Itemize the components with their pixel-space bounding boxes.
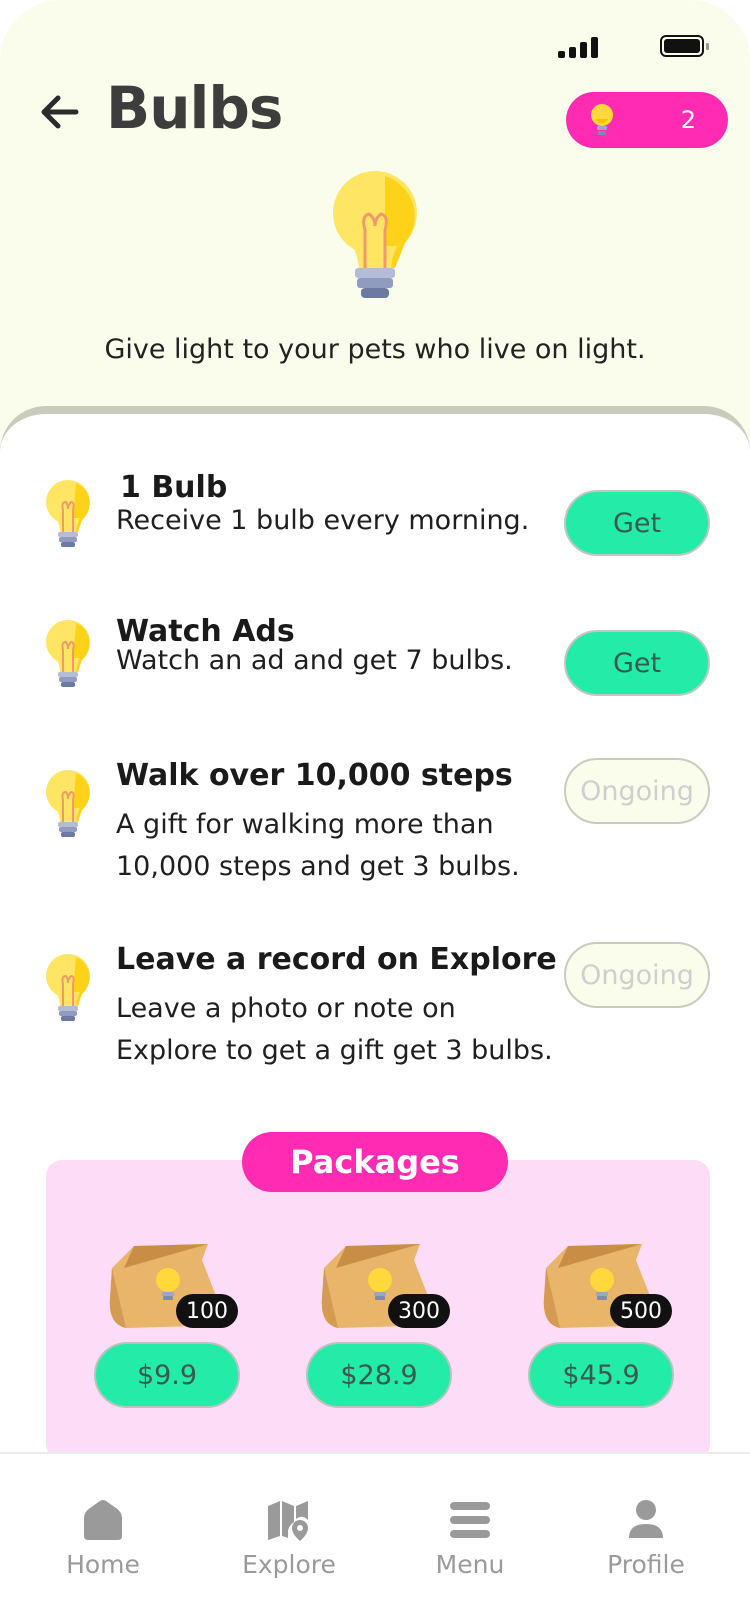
lightbulb-icon bbox=[591, 104, 613, 135]
package-quantity: 500 bbox=[610, 1294, 672, 1328]
bottom-nav: Home Explore Menu Profile bbox=[0, 1452, 750, 1624]
bulb-count: 2 bbox=[680, 106, 696, 134]
lightbulb-icon bbox=[46, 620, 90, 687]
signal-icon bbox=[558, 36, 600, 58]
task-description: Leave a photo or note on Explore to get … bbox=[116, 993, 553, 1066]
package-price-button[interactable]: $45.9 bbox=[528, 1342, 674, 1408]
ongoing-button[interactable]: Ongoing bbox=[564, 942, 710, 1008]
package-quantity: 100 bbox=[176, 1294, 238, 1328]
nav-item-explore[interactable]: Explore bbox=[229, 1498, 349, 1579]
nav-label: Profile bbox=[607, 1550, 685, 1579]
nav-item-menu[interactable]: Menu bbox=[410, 1498, 530, 1579]
nav-label: Menu bbox=[435, 1550, 505, 1579]
get-button[interactable]: Get bbox=[564, 630, 710, 696]
lightbulb-icon bbox=[46, 480, 90, 547]
status-bar bbox=[0, 30, 750, 70]
home-icon bbox=[84, 1500, 122, 1540]
page-title: Bulbs bbox=[106, 74, 283, 142]
package-item: 500 $45.9 bbox=[528, 1238, 692, 1418]
task-description: A gift for walking more than 10,000 step… bbox=[116, 809, 520, 882]
package-price-button[interactable]: $28.9 bbox=[306, 1342, 452, 1408]
package-quantity: 300 bbox=[388, 1294, 450, 1328]
tagline-text: Give light to your pets who live on ligh… bbox=[104, 334, 646, 365]
package-price-button[interactable]: $9.9 bbox=[94, 1342, 240, 1408]
app-screen: Bulbs 2 Give light to your pets who live… bbox=[0, 0, 750, 1624]
task-title: Walk over 10,000 steps bbox=[116, 758, 513, 793]
lightbulb-icon bbox=[46, 770, 90, 837]
package-item: 100 $9.9 bbox=[94, 1238, 258, 1418]
back-arrow-icon[interactable] bbox=[36, 88, 84, 136]
map-icon bbox=[268, 1501, 308, 1541]
header-area: Bulbs 2 Give light to your pets who live… bbox=[0, 0, 750, 470]
profile-icon bbox=[629, 1500, 663, 1538]
nav-item-profile[interactable]: Profile bbox=[586, 1498, 706, 1579]
task-description: Watch an ad and get 7 bulbs. bbox=[116, 645, 513, 676]
nav-label: Home bbox=[66, 1550, 140, 1579]
get-button[interactable]: Get bbox=[564, 490, 710, 556]
bulb-balance-badge[interactable]: 2 bbox=[566, 92, 728, 148]
task-title: Leave a record on Explore bbox=[116, 942, 557, 977]
lightbulb-icon bbox=[333, 171, 417, 298]
menu-icon bbox=[450, 1502, 490, 1538]
nav-item-home[interactable]: Home bbox=[43, 1498, 163, 1579]
lightbulb-icon bbox=[46, 954, 90, 1021]
battery-icon bbox=[660, 35, 709, 57]
nav-label: Explore bbox=[242, 1550, 336, 1579]
packages-label: Packages bbox=[242, 1132, 508, 1192]
task-description: Receive 1 bulb every morning. bbox=[116, 505, 530, 536]
ongoing-button[interactable]: Ongoing bbox=[564, 758, 710, 824]
package-item: 300 $28.9 bbox=[306, 1238, 470, 1418]
